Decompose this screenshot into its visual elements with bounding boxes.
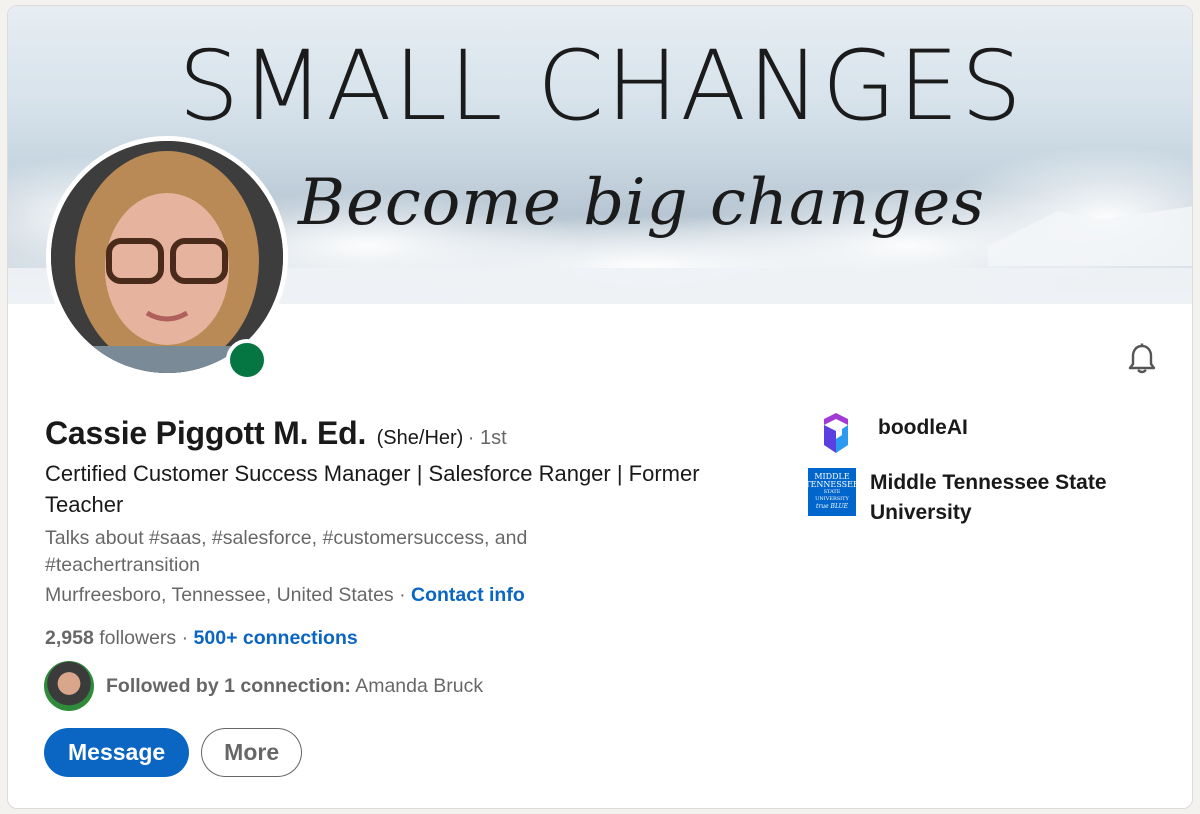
org-name-boodleai: boodleAI (878, 416, 968, 439)
org-name-mtsu: Middle Tennessee State University (870, 471, 1107, 524)
org-item-boodleai[interactable]: boodleAI (816, 413, 968, 453)
contact-info-link[interactable]: Contact info (411, 584, 525, 606)
mutual-prefix: Followed by 1 connection: (106, 674, 351, 697)
profile-card: SMALL CHANGES Become big changes Cassie … (7, 5, 1193, 809)
stats-separator: · (176, 627, 194, 649)
name-row: Cassie Piggott M. Ed. (She/Her) · 1st (45, 415, 507, 452)
mtsu-logo-icon: MIDDLE TENNESSEE STATE UNIVERSITY true B… (805, 468, 859, 516)
bell-icon[interactable] (1125, 342, 1159, 376)
mutual-connection-text[interactable]: Followed by 1 connection: Amanda Bruck (106, 675, 483, 698)
connections-link[interactable]: 500+ connections (194, 627, 358, 649)
mtsu-logo-text-2: TENNESSEE (805, 480, 859, 489)
boodleai-logo-icon (816, 413, 856, 453)
profile-headline: Certified Customer Success Manager | Sal… (45, 461, 700, 517)
stats-row: 2,958 followers · 500+ connections (45, 627, 358, 650)
followers-count: 2,958 (45, 627, 94, 649)
banner-subtitle: Become big changes (298, 166, 986, 240)
mtsu-logo-text-3: STATE UNIVERSITY (815, 489, 849, 502)
mutual-connection-row[interactable]: Followed by 1 connection: Amanda Bruck (44, 661, 483, 711)
mtsu-logo-text-4: true BLUE (815, 503, 849, 510)
org-item-mtsu[interactable]: MIDDLE TENNESSEE STATE UNIVERSITY true B… (805, 468, 1140, 528)
profile-actions: Message More (44, 728, 303, 777)
mutual-name: Amanda Bruck (350, 674, 484, 697)
bell-icon-glyph (1128, 343, 1156, 374)
profile-location: Murfreesboro, Tennessee, United States (45, 584, 394, 606)
profile-pronouns: (She/Her) (376, 427, 464, 449)
location-row: Murfreesboro, Tennessee, United States ·… (45, 584, 525, 607)
online-status-dot (226, 339, 268, 381)
profile-talks-about: Talks about #saas, #salesforce, #custome… (45, 527, 528, 576)
boodleai-logo-glyph (824, 413, 848, 453)
connection-degree: · 1st (467, 427, 507, 449)
message-button[interactable]: Message (44, 728, 190, 777)
profile-name: Cassie Piggott M. Ed. (45, 415, 367, 451)
more-button[interactable]: More (201, 728, 303, 777)
mutual-connection-avatar[interactable] (44, 661, 94, 711)
location-separator: · (393, 584, 412, 606)
followers-label: followers (93, 627, 177, 649)
banner-title: SMALL CHANGES (178, 30, 1024, 142)
